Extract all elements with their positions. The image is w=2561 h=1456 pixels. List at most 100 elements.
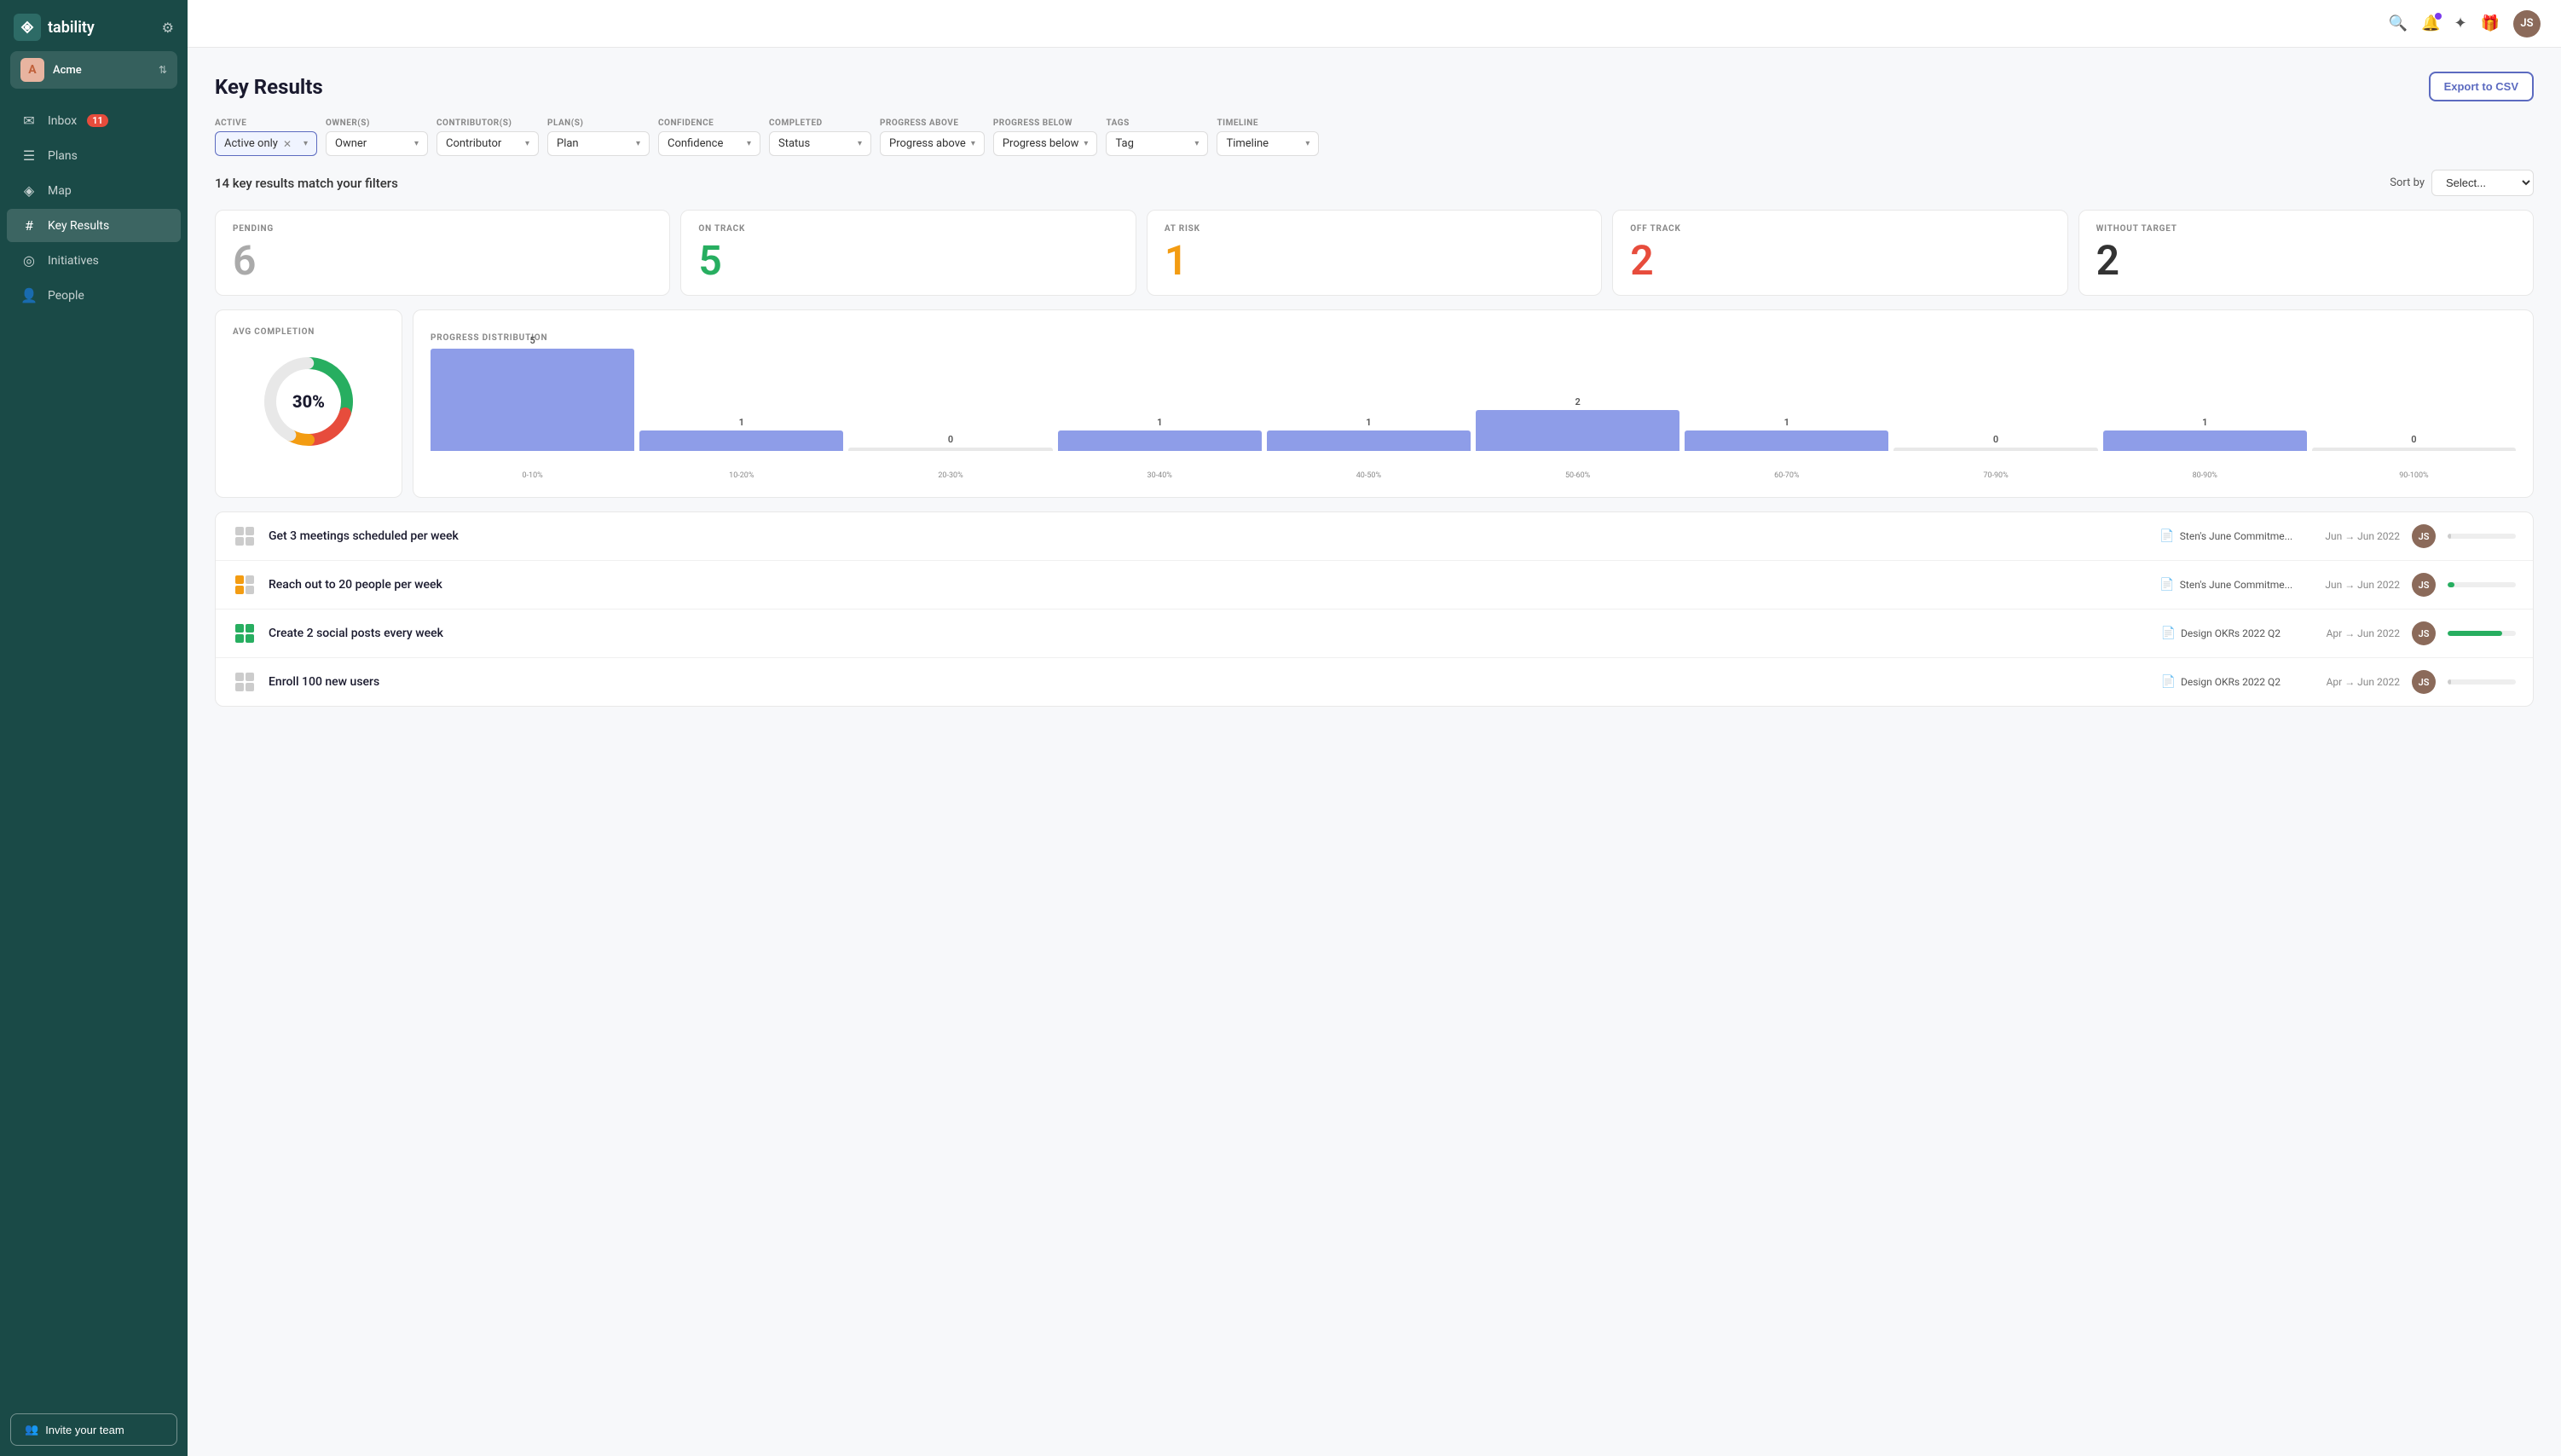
status-card-without-target[interactable]: WITHOUT TARGET 2 bbox=[2078, 210, 2534, 296]
bar-chart-bars: 5101121010 bbox=[431, 344, 2516, 468]
bar-value-label: 1 bbox=[1784, 417, 1789, 429]
bar-x-labels: 0-10%10-20%20-30%30-40%40-50%50-60%60-70… bbox=[431, 468, 2516, 480]
sidebar-item-people[interactable]: 👤 People bbox=[7, 279, 181, 312]
owner-filter-arrow: ▾ bbox=[414, 139, 419, 148]
bar-value-label: 0 bbox=[1993, 434, 1998, 446]
tags-filter-select[interactable]: Tag ▾ bbox=[1106, 131, 1208, 156]
sidebar-item-inbox[interactable]: ✉ Inbox 11 bbox=[7, 104, 181, 137]
logo-text: tability bbox=[48, 19, 95, 37]
status-card-off-track[interactable]: OFF TRACK 2 bbox=[1612, 210, 2067, 296]
status-card-value: 1 bbox=[1165, 240, 1584, 281]
user-avatar[interactable]: JS bbox=[2513, 10, 2541, 38]
map-icon: ◈ bbox=[20, 182, 38, 199]
plans-icon: ☰ bbox=[20, 147, 38, 164]
owner-filter-select[interactable]: Owner ▾ bbox=[326, 131, 428, 156]
kr-progress-bar bbox=[2448, 582, 2516, 587]
sort-label: Sort by bbox=[2390, 176, 2425, 189]
bar-value-label: 1 bbox=[2202, 417, 2207, 429]
filter-progress-above: PROGRESS ABOVE Progress above ▾ bbox=[880, 118, 985, 156]
topbar: 🔍 🔔 ✦ 🎁 JS bbox=[188, 0, 2561, 48]
kr-dates: Jun → Jun 2022 bbox=[2325, 530, 2400, 542]
plan-icon: 📄 bbox=[2161, 627, 2176, 640]
gear-icon[interactable]: ⚙ bbox=[162, 20, 174, 36]
sidebar-item-plans[interactable]: ☰ Plans bbox=[7, 139, 181, 172]
kr-avatar: JS bbox=[2412, 524, 2436, 548]
timeline-filter-arrow: ▾ bbox=[1305, 139, 1309, 148]
sidebar-item-label: People bbox=[48, 289, 84, 303]
sort-row: Sort by Select... bbox=[2390, 170, 2534, 196]
table-row[interactable]: Get 3 meetings scheduled per week 📄 Sten… bbox=[216, 512, 2533, 561]
bar-value-label: 5 bbox=[529, 335, 535, 347]
progress-above-filter-arrow: ▾ bbox=[971, 139, 975, 148]
status-card-label: PENDING bbox=[233, 224, 652, 234]
bar-value-label: 0 bbox=[2411, 434, 2416, 446]
results-summary: 14 key results match your filters Sort b… bbox=[215, 170, 2534, 196]
status-card-label: ON TRACK bbox=[698, 224, 1118, 234]
bar bbox=[1685, 430, 1888, 451]
table-row[interactable]: Create 2 social posts every week 📄 Desig… bbox=[216, 610, 2533, 658]
inbox-badge: 11 bbox=[87, 114, 108, 127]
bar-group: 0 bbox=[1893, 434, 2097, 451]
status-cards: PENDING 6 ON TRACK 5 AT RISK 1 OFF TRACK… bbox=[215, 210, 2534, 296]
bar-value-label: 1 bbox=[739, 417, 744, 429]
bar bbox=[1058, 430, 1262, 451]
search-icon[interactable]: 🔍 bbox=[2389, 14, 2408, 32]
kr-dates: Jun → Jun 2022 bbox=[2325, 579, 2400, 591]
sidebar-item-map[interactable]: ◈ Map bbox=[7, 174, 181, 207]
completed-filter-select[interactable]: Status ▾ bbox=[769, 131, 871, 156]
status-card-on-track[interactable]: ON TRACK 5 bbox=[680, 210, 1136, 296]
bar-x-label: 80-90% bbox=[2103, 471, 2307, 480]
export-csv-button[interactable]: Export to CSV bbox=[2429, 72, 2534, 101]
plan-filter-select[interactable]: Plan ▾ bbox=[547, 131, 650, 156]
bar bbox=[639, 430, 843, 451]
kr-status-icon bbox=[233, 573, 257, 597]
kr-avatar: JS bbox=[2412, 573, 2436, 597]
kr-status-icon bbox=[233, 621, 257, 645]
kr-progress-fill bbox=[2448, 679, 2451, 685]
filter-owner: OWNER(S) Owner ▾ bbox=[326, 118, 428, 156]
bar-value-label: 1 bbox=[1366, 417, 1371, 429]
active-filter-select[interactable]: Active only ✕ ▾ bbox=[215, 131, 317, 156]
bar-group: 1 bbox=[1685, 417, 1888, 451]
workspace-selector[interactable]: A Acme ⇅ bbox=[10, 51, 177, 89]
invite-team-button[interactable]: 👥 Invite your team bbox=[10, 1413, 177, 1446]
active-filter-clear[interactable]: ✕ bbox=[283, 138, 292, 150]
kr-dates: Apr → Jun 2022 bbox=[2327, 627, 2400, 639]
table-row[interactable]: Reach out to 20 people per week 📄 Sten's… bbox=[216, 561, 2533, 610]
bar-group: 0 bbox=[2312, 434, 2516, 451]
progress-above-filter-select[interactable]: Progress above ▾ bbox=[880, 131, 985, 156]
timeline-filter-select[interactable]: Timeline ▾ bbox=[1217, 131, 1319, 156]
status-card-at-risk[interactable]: AT RISK 1 bbox=[1147, 210, 1602, 296]
table-row[interactable]: Enroll 100 new users 📄 Design OKRs 2022 … bbox=[216, 658, 2533, 706]
main-content: 🔍 🔔 ✦ 🎁 JS Key Results Export to CSV ACT… bbox=[188, 0, 2561, 1456]
progress-below-filter-select[interactable]: Progress below ▾ bbox=[993, 131, 1098, 156]
status-card-value: 5 bbox=[698, 240, 1118, 281]
bar-group: 1 bbox=[1267, 417, 1471, 451]
confidence-filter-select[interactable]: Confidence ▾ bbox=[658, 131, 760, 156]
contributor-filter-select[interactable]: Contributor ▾ bbox=[436, 131, 539, 156]
contributor-filter-arrow: ▾ bbox=[525, 139, 529, 148]
bar bbox=[2312, 448, 2516, 451]
sidebar: tability ⚙ A Acme ⇅ ✉ Inbox 11 ☰ Plans ◈… bbox=[0, 0, 188, 1456]
kr-plan-name: Sten's June Commitme... bbox=[2180, 530, 2292, 542]
star-icon[interactable]: ✦ bbox=[2454, 14, 2466, 32]
sort-select[interactable]: Select... bbox=[2431, 170, 2534, 196]
donut-chart: 30% bbox=[257, 350, 360, 453]
page-content: Key Results Export to CSV ACTIVE Active … bbox=[188, 48, 2561, 731]
avg-completion-card: AVG COMPLETION 30% bbox=[215, 309, 402, 498]
sidebar-item-key-results[interactable]: # Key Results bbox=[7, 209, 181, 242]
kr-title: Enroll 100 new users bbox=[269, 675, 2149, 689]
bar-x-label: 40-50% bbox=[1267, 471, 1471, 480]
status-card-pending[interactable]: PENDING 6 bbox=[215, 210, 670, 296]
sidebar-item-initiatives[interactable]: ◎ Initiatives bbox=[7, 244, 181, 277]
kr-plan-name: Design OKRs 2022 Q2 bbox=[2181, 676, 2281, 688]
kr-progress-bar bbox=[2448, 631, 2516, 636]
kr-plan-name: Design OKRs 2022 Q2 bbox=[2181, 627, 2281, 639]
initiatives-icon: ◎ bbox=[20, 252, 38, 269]
gift-icon[interactable]: 🎁 bbox=[2481, 14, 2500, 32]
kr-avatar: JS bbox=[2412, 670, 2436, 694]
filter-timeline: TIMELINE Timeline ▾ bbox=[1217, 118, 1319, 156]
bar-group: 1 bbox=[1058, 417, 1262, 451]
nav-items: ✉ Inbox 11 ☰ Plans ◈ Map # Key Results ◎… bbox=[0, 95, 188, 1403]
sidebar-item-label: Map bbox=[48, 184, 72, 198]
